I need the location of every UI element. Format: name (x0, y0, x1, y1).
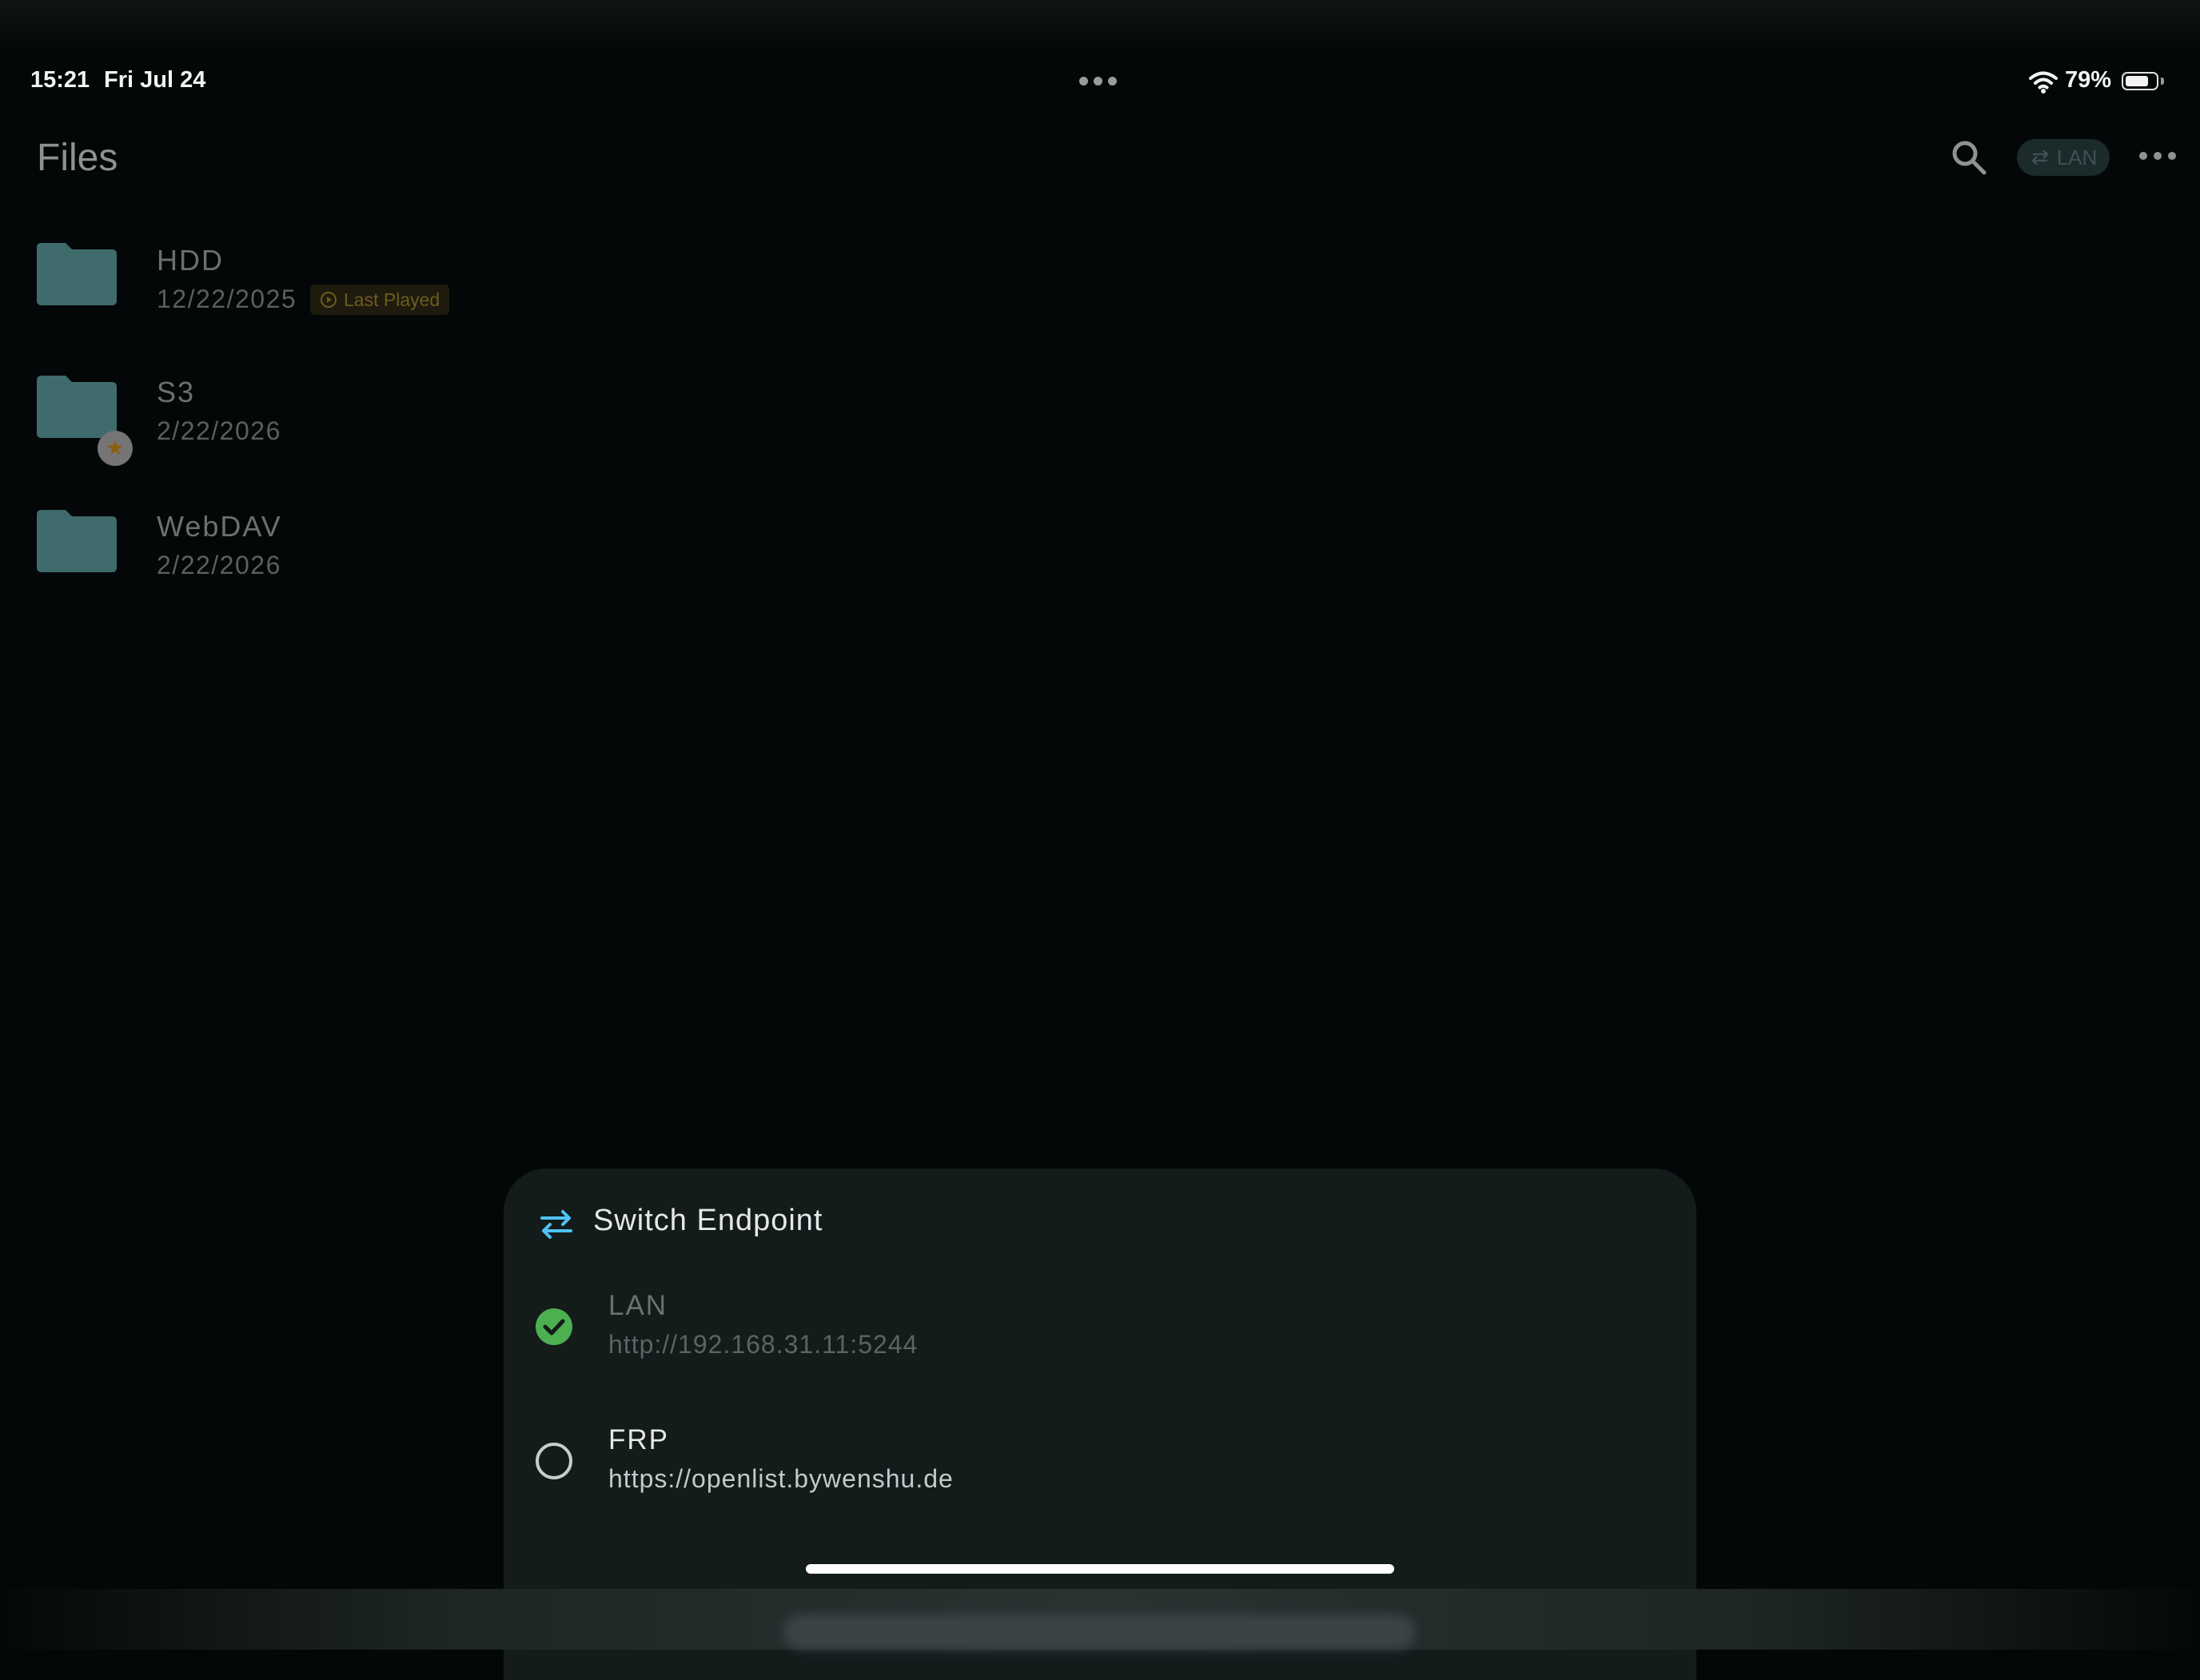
file-name: S3 (157, 376, 196, 408)
wifi-icon (2029, 71, 2058, 94)
play-circle-icon (321, 292, 337, 308)
file-date: 2/22/2026 (157, 416, 281, 445)
switch-arrows-icon (540, 1210, 572, 1239)
battery-nub (2161, 78, 2164, 85)
folder-icon (37, 243, 117, 305)
endpoint-chip[interactable]: LAN (2017, 139, 2110, 176)
file-date: 12/22/2025 (157, 285, 297, 313)
endpoint-option-lan[interactable]: LAN http://192.168.31.11:5244 (504, 1280, 1696, 1400)
status-date: Fri Jul 24 (104, 67, 206, 93)
list-item[interactable]: S3 2/22/2026 (0, 364, 719, 484)
sheet-title: Switch Endpoint (593, 1204, 823, 1237)
endpoint-url: https://openlist.bywenshu.de (608, 1464, 954, 1493)
list-item[interactable]: WebDAV 2/22/2026 (0, 499, 719, 619)
endpoint-name: LAN (608, 1290, 668, 1321)
battery-icon (2122, 72, 2158, 90)
dock-blur (783, 1614, 1415, 1650)
check-circle-icon[interactable] (536, 1308, 572, 1345)
folder-icon (37, 510, 117, 572)
endpoint-option-frp[interactable]: FRP https://openlist.bywenshu.de (504, 1415, 1696, 1535)
last-played-badge: Last Played (310, 285, 450, 315)
status-time: 15:21 (30, 67, 90, 93)
file-name: HDD (157, 244, 224, 277)
last-played-label: Last Played (344, 289, 440, 310)
file-date: 2/22/2026 (157, 551, 281, 579)
multitasking-dots[interactable] (1079, 77, 1117, 86)
endpoint-name: FRP (608, 1424, 669, 1455)
star-icon: ★ (98, 431, 133, 466)
page-title: Files (37, 137, 118, 179)
battery-percent: 79% (2065, 67, 2112, 93)
home-indicator[interactable] (806, 1564, 1394, 1574)
endpoint-url: http://192.168.31.11:5244 (608, 1330, 919, 1359)
switch-arrows-icon (2031, 149, 2049, 165)
top-blur-region (0, 0, 2200, 56)
file-name: WebDAV (157, 510, 282, 543)
radio-empty-icon[interactable] (536, 1443, 572, 1479)
endpoint-chip-label: LAN (2056, 145, 2098, 169)
more-horizontal-icon[interactable] (2139, 152, 2176, 160)
folder-icon (37, 376, 117, 438)
search-icon[interactable] (1949, 137, 1989, 177)
